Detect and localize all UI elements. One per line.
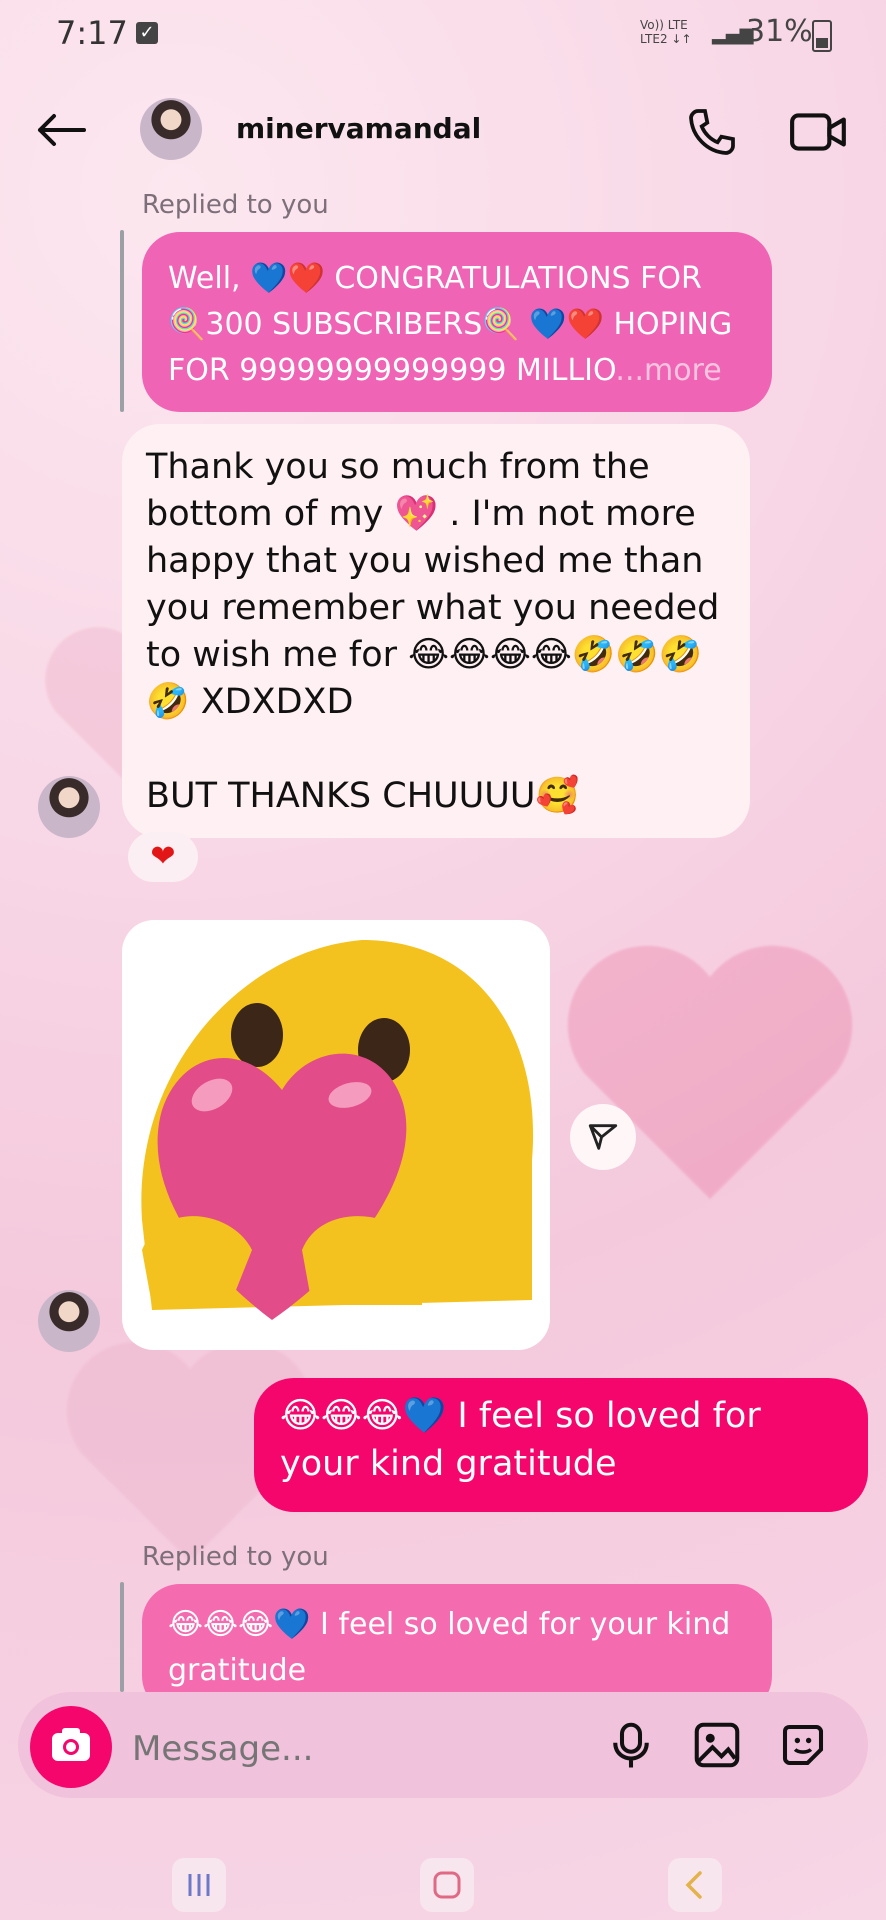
received-message-text: Thank you so much from the bottom of my …: [146, 447, 720, 722]
replied-label: Replied to you: [142, 190, 329, 220]
send-icon[interactable]: [570, 1104, 636, 1170]
message-input[interactable]: [130, 1728, 464, 1770]
recent-apps-icon[interactable]: [172, 1858, 226, 1912]
status-bar: 7:17 ✓ Vo)) LTE LTE2 ↓↑ ▂▄▆ 31%: [0, 0, 886, 80]
replied-label: Replied to you: [142, 1542, 329, 1572]
received-message-text: BUT THANKS CHUUUU🥰: [146, 776, 580, 816]
camera-button[interactable]: [30, 1706, 112, 1788]
sticker-image[interactable]: [122, 920, 550, 1350]
avatar[interactable]: [38, 776, 100, 838]
network-indicator: Vo)) LTE LTE2 ↓↑: [640, 18, 692, 46]
home-icon[interactable]: [420, 1858, 474, 1912]
image-icon[interactable]: [690, 1718, 744, 1772]
sticker-icon[interactable]: [776, 1718, 830, 1772]
replied-message-bubble[interactable]: Well, 💙❤️ CONGRATULATIONS FOR 🍭300 SUBSC…: [142, 232, 772, 412]
status-time: 7:17: [56, 14, 128, 52]
back-arrow-icon[interactable]: [34, 110, 88, 150]
back-nav-icon[interactable]: [668, 1858, 722, 1912]
sent-message-text: 😂😂😂💙 I feel so loved for your kind grati…: [280, 1396, 761, 1484]
background-heart: [560, 930, 860, 1214]
phone-icon[interactable]: [684, 104, 740, 160]
reaction-heart[interactable]: ❤: [128, 832, 198, 882]
battery-percent: 31%: [746, 14, 813, 49]
video-camera-icon[interactable]: [788, 106, 850, 158]
avatar[interactable]: [140, 98, 202, 160]
battery-icon: [812, 20, 832, 52]
chat-username[interactable]: minervamandal: [236, 112, 481, 145]
reply-indicator-line: [120, 230, 124, 412]
reply-indicator-line: [120, 1582, 124, 1692]
sent-message-bubble[interactable]: 😂😂😂💙 I feel so loved for your kind grati…: [254, 1378, 868, 1512]
system-navbar: [0, 1850, 886, 1920]
avatar[interactable]: [38, 1290, 100, 1352]
received-message-bubble[interactable]: Thank you so much from the bottom of my …: [122, 424, 750, 838]
microphone-icon[interactable]: [604, 1718, 658, 1772]
more-link[interactable]: ...more: [615, 353, 721, 388]
camera-icon: [52, 1728, 90, 1761]
checkbox-notification-icon: ✓: [136, 22, 158, 44]
